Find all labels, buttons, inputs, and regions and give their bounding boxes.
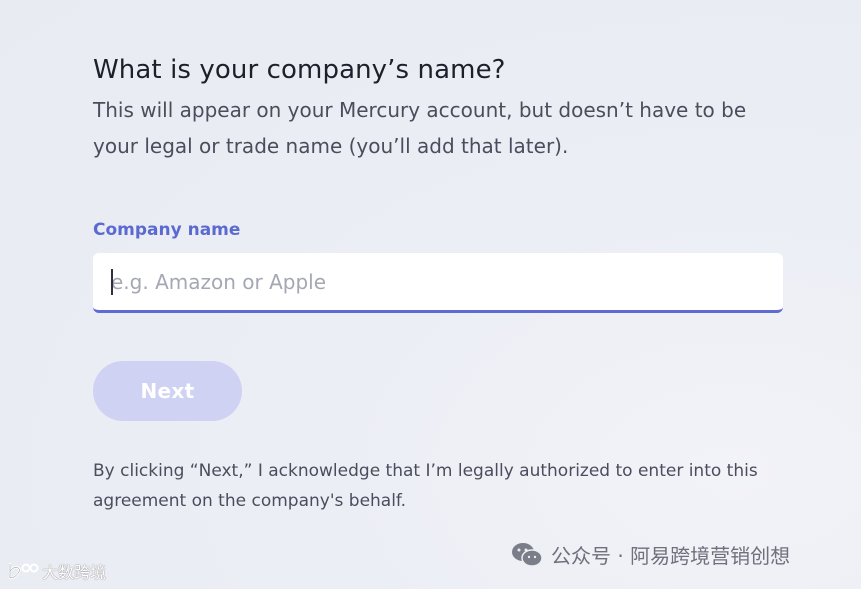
wechat-watermark: 公众号 · 阿易跨境营销创想 bbox=[511, 540, 790, 569]
company-name-label: Company name bbox=[93, 220, 241, 240]
company-name-field[interactable] bbox=[93, 253, 783, 313]
next-button[interactable]: Next bbox=[93, 361, 242, 421]
page-subtitle: This will appear on your Mercury account… bbox=[93, 98, 747, 158]
company-name-input[interactable] bbox=[93, 253, 783, 310]
company-name-form: What is your company’s name? This will a… bbox=[93, 52, 783, 511]
brand-watermark-text: 大数跨境 bbox=[42, 563, 107, 582]
brand-logo-icon bbox=[8, 562, 39, 580]
legal-disclaimer: By clicking “Next,” I acknowledge that I… bbox=[93, 461, 758, 511]
page-title: What is your company’s name? bbox=[93, 55, 506, 85]
brand-watermark: 大数跨境 bbox=[6, 559, 106, 583]
wechat-watermark-text: 公众号 · 阿易跨境营销创想 bbox=[551, 544, 791, 568]
text-caret bbox=[111, 269, 113, 295]
wechat-icon bbox=[512, 542, 543, 567]
